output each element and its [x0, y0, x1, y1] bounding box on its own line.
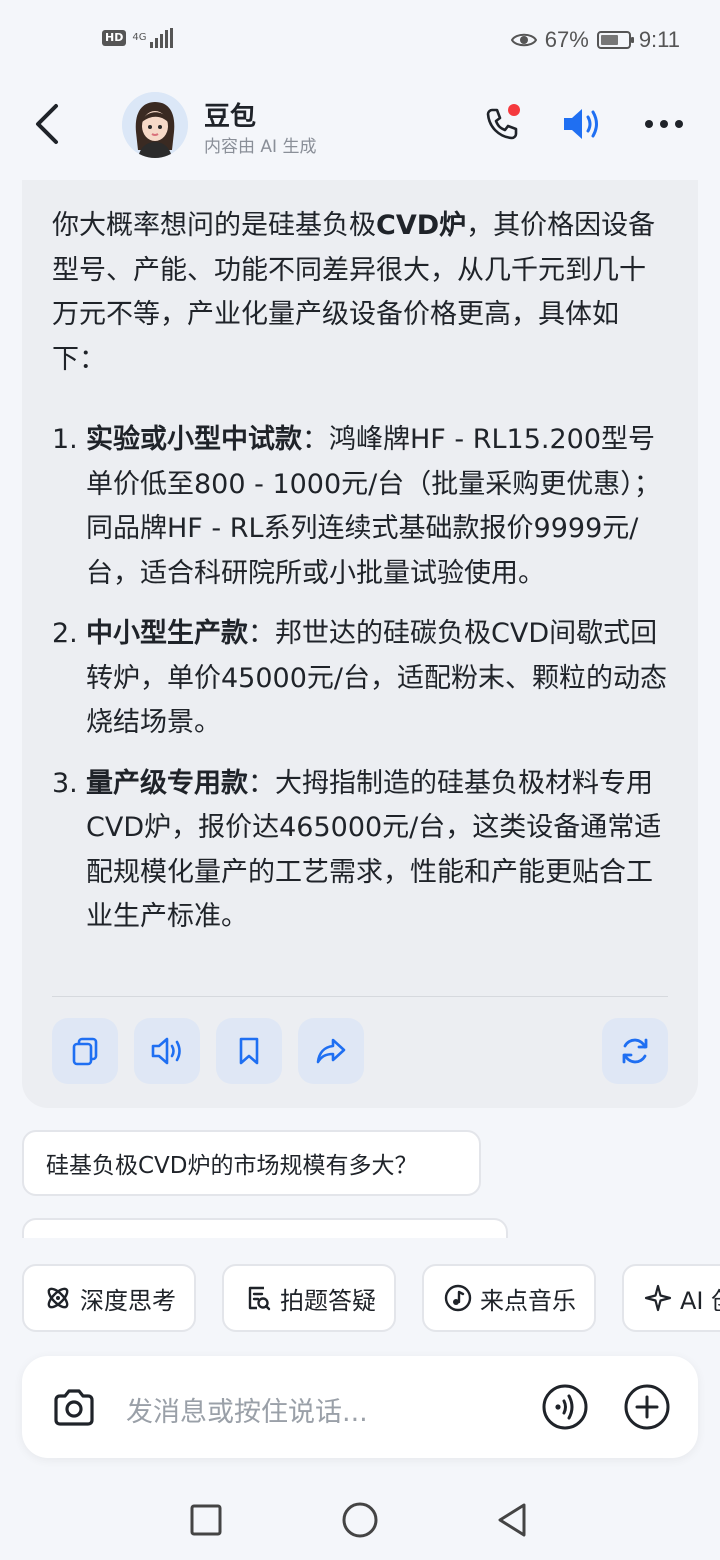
- hd-badge: HD: [102, 30, 127, 46]
- status-left: HD 4G: [102, 28, 174, 48]
- speaker-button[interactable]: [558, 100, 606, 148]
- battery-percent: 67%: [544, 27, 589, 52]
- chip-label: 深度思考: [80, 1286, 176, 1315]
- chip-ai-create[interactable]: AI 创: [622, 1264, 720, 1332]
- notification-dot: [508, 104, 520, 116]
- composer: 发消息或按住说话...: [22, 1356, 698, 1458]
- system-nav-bar: [0, 1480, 720, 1560]
- chip-label: 拍题答疑: [280, 1286, 376, 1315]
- signal-icon: [150, 28, 174, 48]
- bookmark-button[interactable]: [216, 1018, 282, 1084]
- copy-button[interactable]: [52, 1018, 118, 1084]
- chip-photo-question[interactable]: 拍题答疑: [222, 1264, 396, 1332]
- list-item: 1. 实验或小型中试款：鸿峰牌HF - RL15.200型号单价低至800 - 1…: [52, 424, 661, 589]
- suggested-question[interactable]: [22, 1218, 508, 1238]
- read-aloud-icon: [151, 1037, 181, 1065]
- bot-name: 豆包: [204, 102, 257, 132]
- message-intro: 你大概率想问的是硅基负极CVD炉，其价格因设备型号、产能、功能不同差异很大，从几…: [52, 210, 656, 375]
- suggested-question[interactable]: 硅基负极CVD炉的市场规模有多大？: [22, 1130, 481, 1196]
- regenerate-button[interactable]: [602, 1018, 668, 1084]
- atom-icon: [47, 1287, 69, 1309]
- network-type: 4G: [132, 32, 147, 43]
- back-icon[interactable]: [490, 1498, 534, 1542]
- regenerate-icon: [622, 1038, 648, 1064]
- read-aloud-button[interactable]: [134, 1018, 200, 1084]
- message-input[interactable]: 发消息或按住说话...: [126, 1390, 368, 1429]
- chat-screen: HD 4G 67% 9:11 豆包 内容由 AI 生成 你大概率想问的是硅基负极…: [0, 0, 720, 1560]
- clock: 9:11: [638, 27, 680, 52]
- price-list: 1. 实验或小型中试款：鸿峰牌HF - RL15.200型号单价低至800 - 1…: [52, 418, 672, 956]
- status-right: 67% 9:11: [510, 27, 680, 53]
- avatar[interactable]: [122, 92, 188, 158]
- back-arrow-icon[interactable]: [30, 102, 66, 146]
- chip-music[interactable]: 来点音乐: [422, 1264, 596, 1332]
- share-icon: [316, 1038, 346, 1064]
- chip-deep-thinking[interactable]: 深度思考: [22, 1264, 196, 1332]
- list-item: 2. 中小型生产款：邦世达的硅碳负极CVD间歇式回转炉，单价45000元/台，适配…: [52, 618, 667, 738]
- plus-icon[interactable]: [622, 1382, 672, 1432]
- speaker-icon: [564, 109, 598, 139]
- camera-icon[interactable]: [50, 1384, 98, 1432]
- divider: [52, 996, 668, 997]
- chip-label: 来点音乐: [480, 1286, 576, 1315]
- chat-header: 豆包 内容由 AI 生成: [0, 84, 720, 174]
- copy-icon: [72, 1037, 98, 1066]
- message-list[interactable]: 你大概率想问的是硅基负极CVD炉，其价格因设备型号、产能、功能不同差异很大，从几…: [0, 174, 720, 1238]
- sparkle-icon: [644, 1284, 672, 1312]
- quick-actions: 深度思考 拍题答疑 来点音乐 AI 创: [0, 1262, 720, 1334]
- home-icon[interactable]: [338, 1498, 382, 1542]
- ai-disclaimer: 内容由 AI 生成: [204, 137, 317, 157]
- share-button[interactable]: [298, 1018, 364, 1084]
- photo-question-icon: [248, 1286, 271, 1311]
- eye-icon: [510, 33, 537, 47]
- bookmark-icon: [239, 1037, 259, 1065]
- battery-icon: [596, 31, 634, 49]
- recent-apps-icon[interactable]: [184, 1498, 228, 1542]
- more-button[interactable]: [640, 100, 688, 148]
- bot-message: 你大概率想问的是硅基负极CVD炉，其价格因设备型号、产能、功能不同差异很大，从几…: [22, 180, 698, 1108]
- phone-button[interactable]: [478, 100, 526, 148]
- status-bar: HD 4G 67% 9:11: [0, 0, 720, 84]
- music-icon: [444, 1284, 472, 1312]
- chip-label: AI 创: [680, 1286, 720, 1315]
- more-icon: [645, 120, 683, 128]
- voice-call-icon[interactable]: [540, 1382, 590, 1432]
- list-item: 3. 量产级专用款：大拇指制造的硅基负极材料专用CVD炉，报价达465000元/台…: [52, 767, 662, 933]
